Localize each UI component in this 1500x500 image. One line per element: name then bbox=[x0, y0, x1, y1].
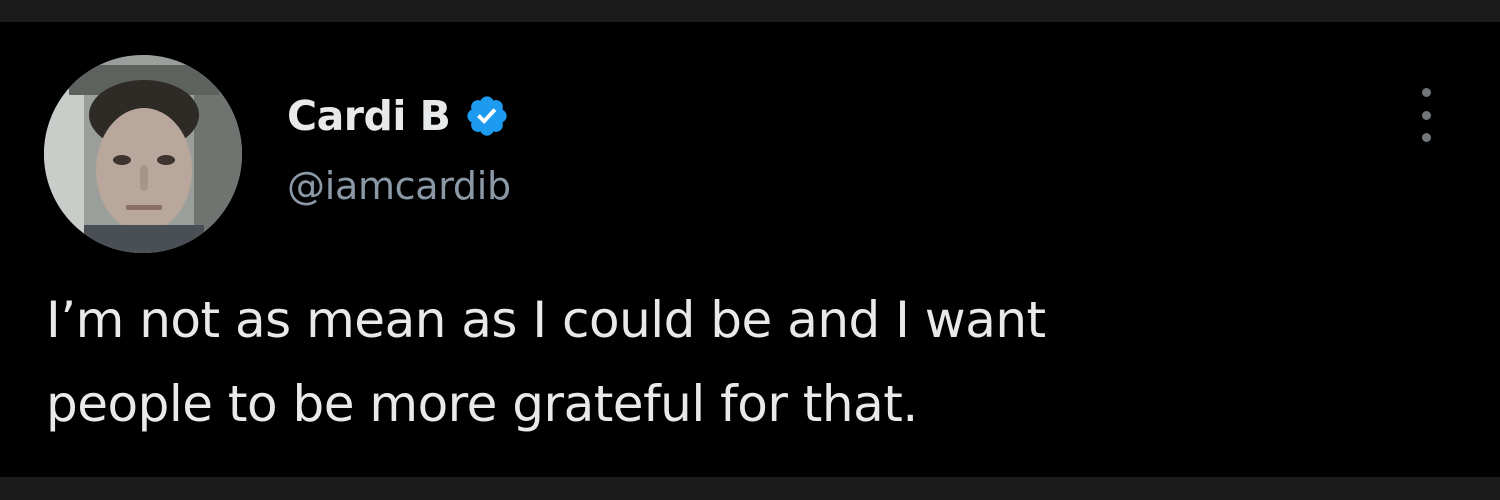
author-display-name[interactable]: Cardi B bbox=[287, 92, 451, 140]
author-name-row: Cardi B bbox=[287, 86, 510, 146]
avatar-image bbox=[44, 55, 242, 253]
author-handle[interactable]: @iamcardib bbox=[287, 164, 511, 208]
more-dot bbox=[1421, 88, 1431, 97]
more-dot bbox=[1421, 133, 1431, 142]
more-options-icon[interactable] bbox=[1410, 88, 1442, 142]
tweet-card[interactable]: Cardi B @iamcardib I’m not as mean as I … bbox=[0, 22, 1500, 477]
avatar[interactable] bbox=[44, 55, 242, 253]
more-dot bbox=[1421, 110, 1431, 120]
verified-badge-icon bbox=[464, 93, 510, 139]
screenshot-frame: Cardi B @iamcardib I’m not as mean as I … bbox=[0, 0, 1500, 500]
tweet-text: I’m not as mean as I could be and I want… bbox=[46, 291, 1046, 433]
